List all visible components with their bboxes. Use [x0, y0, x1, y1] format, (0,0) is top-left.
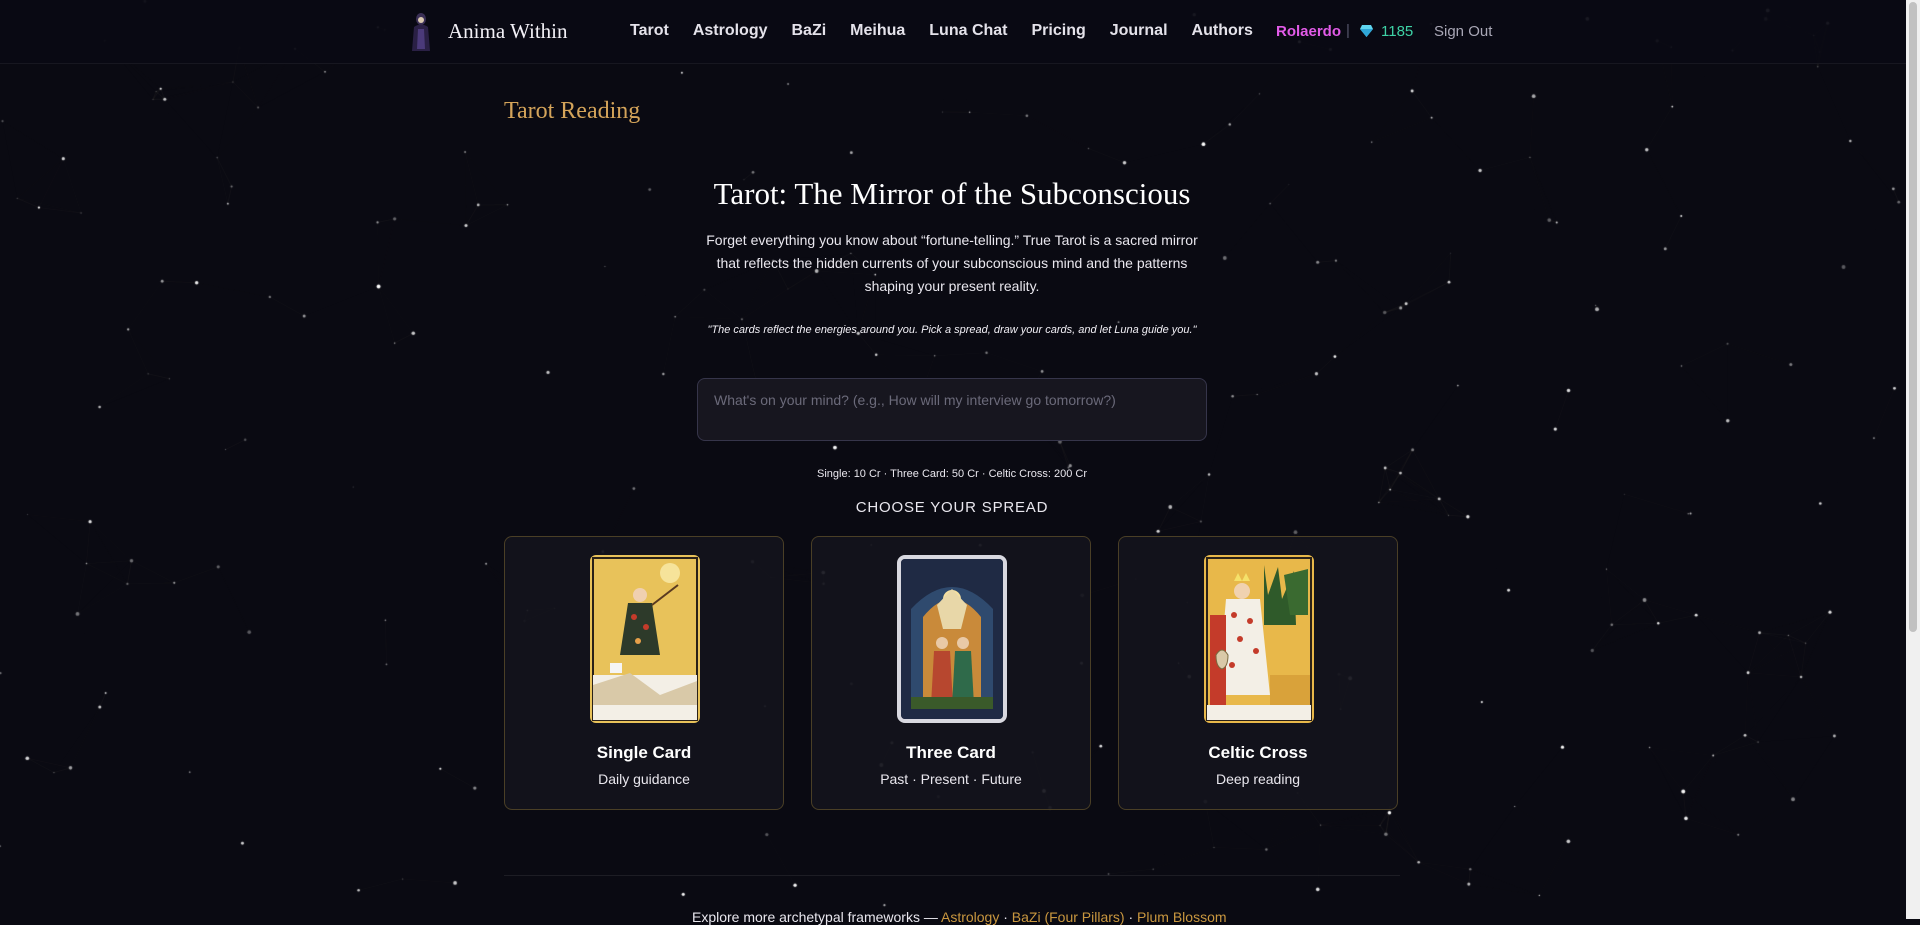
the-fool-card-icon: [590, 555, 700, 723]
header-separator: |: [1346, 22, 1350, 39]
hooded-figure-icon[interactable]: [410, 11, 432, 53]
diamond-icon: [1360, 25, 1373, 37]
nav-authors[interactable]: Authors: [1192, 22, 1253, 40]
main-nav: Tarot Astrology BaZi Meihua Luna Chat Pr…: [630, 22, 1253, 40]
section-divider: [504, 875, 1400, 876]
spread-subtitle: Past · Present · Future: [880, 771, 1022, 787]
page-title: Tarot Reading: [504, 98, 641, 124]
brand-name[interactable]: Anima Within: [448, 19, 568, 44]
top-navigation-bar: Anima Within Tarot Astrology BaZi Meihua…: [0, 0, 1906, 64]
username[interactable]: Rolaerdo: [1276, 23, 1341, 40]
the-empress-card-icon: [1204, 555, 1314, 723]
hero-title: Tarot: The Mirror of the Subconscious: [713, 176, 1191, 211]
explore-text: Explore more archetypal frameworks —: [692, 909, 941, 925]
main-content: Tarot Reading Tarot: The Mirror of the S…: [0, 0, 1906, 925]
sign-out-button[interactable]: Sign Out: [1434, 23, 1492, 40]
nav-journal[interactable]: Journal: [1110, 22, 1168, 40]
spread-title: Three Card: [906, 743, 996, 762]
explore-separator: ·: [999, 909, 1012, 925]
nav-bazi[interactable]: BaZi: [791, 22, 826, 40]
spread-subtitle: Deep reading: [1215, 771, 1301, 787]
credits-balance: 1185: [1381, 23, 1414, 40]
choose-spread-heading: CHOOSE YOUR SPREAD: [855, 499, 1049, 516]
page-scrollbar[interactable]: [1906, 0, 1920, 919]
question-input[interactable]: [697, 378, 1207, 441]
spread-card-single[interactable]: Single Card Daily guidance: [504, 536, 784, 810]
spread-pricing: Single: 10 Cr · Three Card: 50 Cr · Celt…: [817, 468, 1087, 480]
nav-tarot[interactable]: Tarot: [630, 22, 669, 40]
explore-link-plum-blossom[interactable]: Plum Blossom: [1137, 909, 1226, 925]
spread-subtitle: Daily guidance: [598, 771, 690, 787]
nav-astrology[interactable]: Astrology: [693, 22, 768, 40]
lovers-card-icon: [897, 555, 1007, 723]
scrollbar-thumb[interactable]: [1909, 2, 1917, 632]
spread-title: Single Card: [596, 743, 692, 762]
explore-link-astrology[interactable]: Astrology: [941, 909, 999, 925]
nav-pricing[interactable]: Pricing: [1032, 22, 1086, 40]
explore-frameworks: Explore more archetypal frameworks — Ast…: [692, 909, 1227, 925]
explore-link-bazi[interactable]: BaZi (Four Pillars): [1012, 909, 1125, 925]
hero-description: Forget everything you know about “fortun…: [706, 232, 1198, 294]
hero-quote: "The cards reflect the energies around y…: [707, 324, 1197, 336]
nav-luna-chat[interactable]: Luna Chat: [929, 22, 1007, 40]
spread-title: Celtic Cross: [1208, 743, 1308, 762]
spread-card-celtic[interactable]: Celtic Cross Deep reading: [1118, 536, 1398, 810]
spread-card-three[interactable]: Three Card Past · Present · Future: [811, 536, 1091, 810]
explore-separator: ·: [1124, 909, 1138, 925]
nav-meihua[interactable]: Meihua: [850, 22, 905, 40]
